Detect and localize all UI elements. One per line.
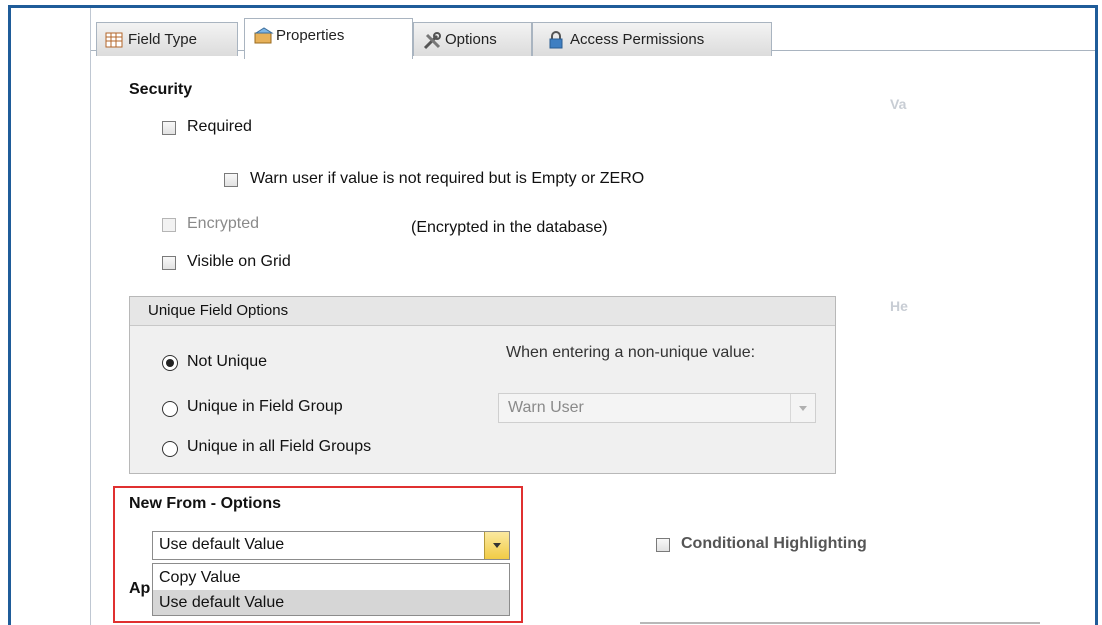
radio-not-unique[interactable] [162,355,178,371]
encrypted-checkbox[interactable] [162,218,176,232]
select-value: Use default Value [159,536,285,553]
radio-unique-in-all-groups-label: Unique in all Field Groups [187,438,372,455]
clipped-label-ap: Ap [129,580,151,597]
new-from-title: New From - Options [129,495,281,512]
radio-unique-in-field-group-label: Unique in Field Group [187,398,343,415]
left-pane [11,8,90,625]
visible-on-grid-label: Visible on Grid [187,253,291,270]
new-from-select[interactable]: Use default Value [152,531,510,560]
radio-unique-in-field-group[interactable] [162,401,178,417]
dropdown-option-use-default[interactable]: Use default Value [153,590,509,615]
select-value: Warn User [508,399,584,416]
new-from-dropdown-list: Copy Value Use default Value [152,563,510,616]
dropdown-option-copy-value[interactable]: Copy Value [153,565,509,590]
required-label: Required [187,118,252,135]
warn-empty-checkbox[interactable] [224,173,238,187]
pane-divider [90,8,91,625]
conditional-highlighting-checkbox[interactable] [656,538,670,552]
clipped-label-va: Va [890,96,907,112]
tab-properties[interactable]: Properties [244,18,413,59]
tab-options[interactable]: Options [413,22,532,56]
tab-label: Field Type [128,31,197,48]
divider [640,622,1040,624]
non-unique-action-select[interactable]: Warn User [498,393,816,423]
tab-field-type[interactable]: Field Type [96,22,238,56]
unique-field-options-group: Unique Field Options Not Unique Unique i… [129,296,836,474]
tab-strip: Field Type Properties Options Access Per… [91,8,1095,59]
lock-icon [547,30,565,49]
security-title: Security [129,81,193,98]
non-unique-label: When entering a non-unique value: [506,344,756,361]
group-header: Unique Field Options [130,297,835,326]
radio-unique-in-all-groups[interactable] [162,441,178,457]
group-title: Unique Field Options [148,302,289,319]
radio-not-unique-label: Not Unique [187,353,268,370]
tools-icon [422,31,441,49]
chevron-down-icon [790,394,815,422]
chevron-down-icon[interactable] [484,532,509,559]
tab-label: Access Permissions [570,31,705,48]
table-icon [105,31,123,49]
properties-icon [253,27,274,45]
encrypted-note: (Encrypted in the database) [411,219,608,236]
required-checkbox[interactable] [162,121,176,135]
warn-empty-label: Warn user if value is not required but i… [250,170,645,187]
tab-access-permissions[interactable]: Access Permissions [532,22,772,56]
tab-label: Options [445,31,497,48]
visible-on-grid-checkbox[interactable] [162,256,176,270]
tab-label: Properties [276,27,345,44]
encrypted-label: Encrypted [187,215,260,232]
conditional-highlighting-label: Conditional Highlighting [681,535,867,552]
clipped-label-he: He [890,298,908,314]
